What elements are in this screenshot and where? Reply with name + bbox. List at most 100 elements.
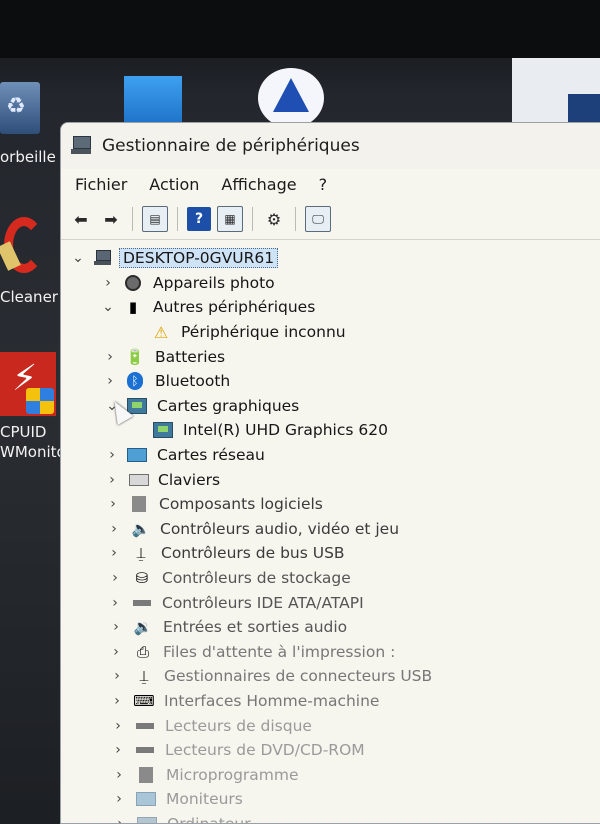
desktop-label-recycle-bin[interactable]: orbeille bbox=[0, 148, 56, 166]
title-bar[interactable]: Gestionnaire de périphériques bbox=[61, 123, 600, 169]
tree-item-appareils-photo[interactable]: › Appareils photo bbox=[61, 271, 600, 296]
usb-connector-icon: ⍊ bbox=[139, 667, 149, 686]
ccleaner-icon[interactable] bbox=[0, 213, 48, 277]
help-icon[interactable]: ? bbox=[187, 207, 211, 231]
desktop-label-ccleaner[interactable]: Cleaner bbox=[0, 288, 58, 306]
tree-root-row[interactable]: ⌄ DESKTOP-0GVUR61 bbox=[61, 246, 600, 271]
back-arrow-icon[interactable]: ⬅ bbox=[69, 207, 93, 231]
chevron-right-icon[interactable]: › bbox=[109, 619, 123, 635]
chevron-right-icon[interactable]: › bbox=[103, 373, 117, 389]
chevron-right-icon[interactable]: › bbox=[111, 742, 125, 758]
network-adapter-icon bbox=[127, 446, 147, 464]
tree-item-entrees-sorties-audio[interactable]: › 🔉 Entrées et sorties audio bbox=[61, 615, 600, 640]
menu-action[interactable]: Action bbox=[149, 175, 199, 194]
tree-item-cartes-graphiques[interactable]: ⌄ Cartes graphiques bbox=[61, 394, 600, 419]
tree-root-label[interactable]: DESKTOP-0GVUR61 bbox=[119, 248, 279, 269]
tree-item-label: Microprogramme bbox=[166, 765, 299, 784]
tree-item-label: Contrôleurs de stockage bbox=[162, 569, 351, 588]
tree-item-cartes-reseau[interactable]: › Cartes réseau bbox=[61, 443, 600, 468]
tree-item-connecteurs-usb[interactable]: › ⍊ Gestionnaires de connecteurs USB bbox=[61, 664, 600, 689]
view-icon[interactable]: ▦ bbox=[217, 206, 243, 232]
properties-icon[interactable]: ▤ bbox=[142, 206, 168, 232]
toolbar-separator bbox=[177, 207, 178, 231]
tree-item-batteries[interactable]: › 🔋 Batteries bbox=[61, 344, 600, 369]
forward-arrow-icon[interactable]: ➡ bbox=[99, 207, 123, 231]
device-manager-window: Gestionnaire de périphériques Fichier Ac… bbox=[60, 122, 600, 824]
tree-item-interfaces-homme-machine[interactable]: › ⌨ Interfaces Homme-machine bbox=[61, 689, 600, 714]
tree-item-composants-logiciels[interactable]: › Composants logiciels bbox=[61, 492, 600, 517]
chevron-right-icon[interactable]: › bbox=[107, 545, 121, 561]
scan-hardware-icon[interactable]: 🖵 bbox=[305, 206, 331, 232]
chevron-right-icon[interactable]: › bbox=[101, 275, 115, 291]
chevron-right-icon[interactable]: › bbox=[111, 718, 125, 734]
window-title: Gestionnaire de périphériques bbox=[102, 136, 360, 156]
desktop-label-cpuid[interactable]: CPUID bbox=[0, 423, 46, 441]
chevron-right-icon[interactable]: › bbox=[107, 521, 121, 537]
tree-item-peripherique-inconnu[interactable]: ⚠ Périphérique inconnu bbox=[61, 320, 600, 345]
tree-item-label: Lecteurs de DVD/CD-ROM bbox=[165, 741, 365, 760]
tree-item-lecteurs-disque[interactable]: › Lecteurs de disque bbox=[61, 713, 600, 738]
desktop-app-icon-triangle[interactable] bbox=[258, 68, 324, 128]
top-dark-strip bbox=[0, 0, 600, 58]
tree-item-label: Autres périphériques bbox=[153, 298, 316, 317]
tree-item-label: Contrôleurs IDE ATA/ATAPI bbox=[162, 593, 364, 612]
menu-fichier[interactable]: Fichier bbox=[75, 175, 127, 194]
chevron-right-icon[interactable]: › bbox=[112, 767, 126, 783]
chevron-right-icon[interactable]: › bbox=[105, 447, 119, 463]
tree-item-controleurs-stockage[interactable]: › ⛁ Contrôleurs de stockage bbox=[61, 566, 600, 591]
tree-item-claviers[interactable]: › Claviers bbox=[61, 467, 600, 492]
tree-item-controleurs-usb[interactable]: › ⍊ Contrôleurs de bus USB bbox=[61, 541, 600, 566]
tree-item-label: Ordinateur bbox=[167, 814, 251, 824]
tree-item-ordinateur[interactable]: › Ordinateur bbox=[61, 812, 600, 824]
disk-drive-icon bbox=[135, 717, 155, 735]
tree-item-label: Interfaces Homme-machine bbox=[164, 691, 380, 710]
tree-item-controleurs-ide[interactable]: › Contrôleurs IDE ATA/ATAPI bbox=[61, 590, 600, 615]
tree-item-bluetooth[interactable]: › ᛒ Bluetooth bbox=[61, 369, 600, 394]
tree-item-label: Intel(R) UHD Graphics 620 bbox=[183, 421, 388, 440]
tree-item-label: Batteries bbox=[155, 347, 226, 366]
menu-affichage[interactable]: Affichage bbox=[221, 175, 296, 194]
chevron-right-icon[interactable]: › bbox=[108, 595, 122, 611]
hwmonitor-icon[interactable]: ⚡ bbox=[0, 352, 56, 416]
battery-icon: 🔋 bbox=[125, 347, 145, 366]
tree-item-label: Bluetooth bbox=[155, 372, 231, 391]
tree-item-lecteurs-dvd[interactable]: › Lecteurs de DVD/CD-ROM bbox=[61, 738, 600, 763]
tree-item-intel-uhd-620[interactable]: Intel(R) UHD Graphics 620 bbox=[61, 418, 600, 443]
desktop-app-icon-blue[interactable] bbox=[124, 76, 182, 124]
tree-item-microprogramme[interactable]: › Microprogramme bbox=[61, 762, 600, 787]
menu-bar: Fichier Action Affichage ? bbox=[61, 169, 600, 199]
tree-item-moniteurs[interactable]: › Moniteurs bbox=[61, 787, 600, 812]
tree-item-controleurs-audio[interactable]: › 🔈 Contrôleurs audio, vidéo et jeu bbox=[61, 517, 600, 542]
tree-item-label: Contrôleurs de bus USB bbox=[161, 544, 345, 563]
tree-item-label: Cartes réseau bbox=[157, 446, 265, 465]
hid-icon: ⌨ bbox=[133, 691, 155, 710]
display-adapter-icon bbox=[153, 421, 173, 439]
chevron-right-icon[interactable]: › bbox=[105, 472, 119, 488]
tree-item-label: Composants logiciels bbox=[159, 495, 323, 514]
chevron-down-icon[interactable]: ⌄ bbox=[71, 250, 85, 266]
chevron-down-icon[interactable]: ⌄ bbox=[101, 299, 115, 315]
menu-help[interactable]: ? bbox=[319, 175, 328, 194]
update-driver-icon[interactable]: ⚙ bbox=[262, 207, 286, 231]
tree-item-label: Appareils photo bbox=[153, 273, 275, 292]
chevron-right-icon[interactable]: › bbox=[112, 791, 126, 807]
tree-item-label: Lecteurs de disque bbox=[165, 716, 312, 735]
toolbar-separator bbox=[132, 207, 133, 231]
tree-item-files-impression[interactable]: › ⎙ Files d'attente à l'impression : bbox=[61, 640, 600, 665]
tree-item-label: Périphérique inconnu bbox=[181, 323, 346, 342]
computer-icon bbox=[137, 815, 157, 823]
chevron-right-icon[interactable]: › bbox=[103, 349, 117, 365]
print-queue-icon: ⎙ bbox=[136, 642, 149, 661]
chevron-right-icon[interactable]: › bbox=[110, 693, 124, 709]
recycle-bin-icon[interactable] bbox=[0, 82, 40, 134]
toolbar-separator bbox=[252, 207, 253, 231]
chevron-right-icon[interactable]: › bbox=[108, 570, 122, 586]
tree-item-label: Gestionnaires de connecteurs USB bbox=[164, 667, 433, 686]
chevron-right-icon[interactable]: › bbox=[106, 496, 120, 512]
chevron-right-icon[interactable]: › bbox=[113, 816, 127, 823]
chevron-right-icon[interactable]: › bbox=[110, 668, 124, 684]
desktop-app-icon-right[interactable] bbox=[512, 58, 600, 128]
chevron-right-icon[interactable]: › bbox=[109, 644, 123, 660]
tree-item-autres-peripheriques[interactable]: ⌄ ▮ Autres périphériques bbox=[61, 295, 600, 320]
keyboard-icon bbox=[129, 471, 149, 489]
